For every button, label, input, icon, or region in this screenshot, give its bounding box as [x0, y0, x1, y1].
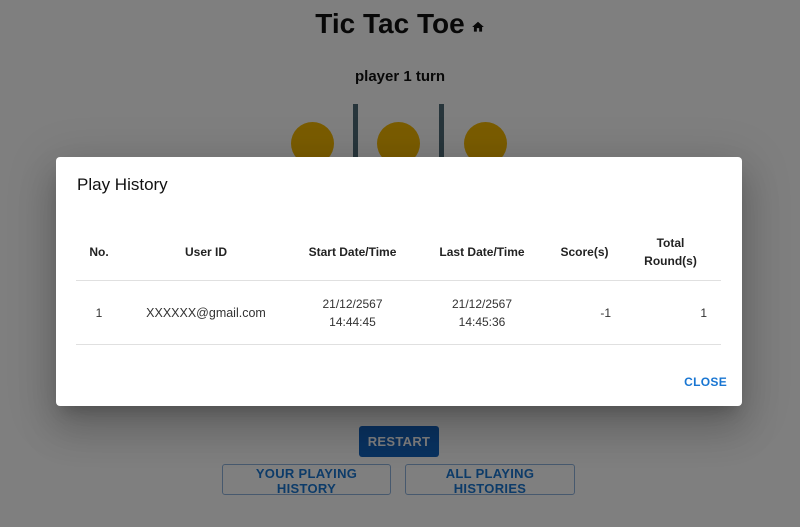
cell-score: -1: [600, 305, 611, 320]
history-table: No. User ID Start Date/Time Last Date/Ti…: [76, 223, 721, 345]
header-start-datetime: Start Date/Time: [308, 244, 397, 259]
header-last-datetime: Last Date/Time: [439, 244, 525, 259]
cell-start-date: 21/12/2567: [322, 296, 383, 311]
play-history-dialog: Play History No. User ID Start Date/Time…: [56, 157, 742, 406]
cell-start-datetime: 21/12/2567 14:44:45: [297, 281, 408, 344]
dialog-title: Play History: [77, 175, 168, 194]
header-total-line2: Round(s): [644, 253, 697, 268]
table-row: 1 XXXXXX@gmail.com 21/12/2567 14:44:45 2…: [76, 281, 721, 345]
header-total-rounds: Total Round(s): [632, 223, 709, 280]
cell-last-time: 14:45:36: [458, 314, 506, 329]
cell-start-time: 14:44:45: [329, 314, 376, 329]
header-no: No.: [89, 244, 109, 259]
table-header: No. User ID Start Date/Time Last Date/Ti…: [76, 223, 721, 281]
cell-last-datetime: 21/12/2567 14:45:36: [428, 281, 536, 344]
header-user-id: User ID: [184, 244, 228, 259]
cell-total-rounds: 1: [700, 305, 707, 320]
header-score: Score(s): [560, 244, 609, 259]
cell-last-date: 21/12/2567: [451, 296, 513, 311]
close-button[interactable]: CLOSE: [684, 375, 727, 389]
cell-user-id: XXXXXX@gmail.com: [146, 305, 266, 320]
cell-no: 1: [95, 305, 103, 320]
header-total-line1: Total: [656, 235, 685, 250]
